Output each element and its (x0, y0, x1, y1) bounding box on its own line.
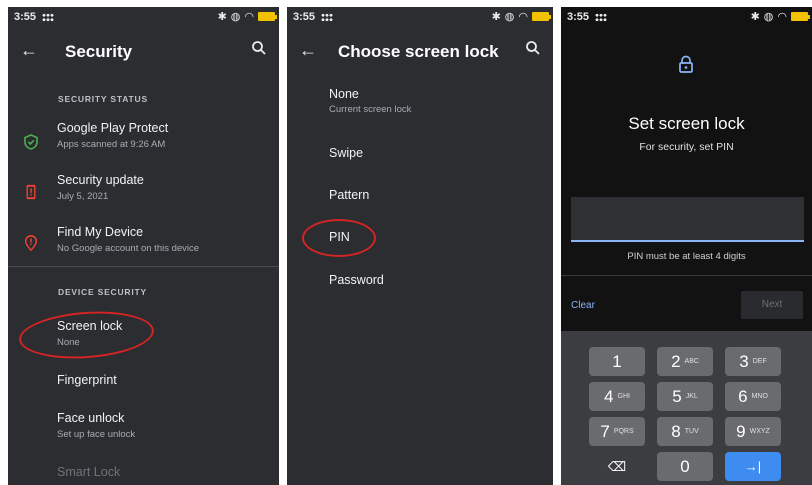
notification-grid-icon (321, 13, 333, 22)
enter-key[interactable]: →| (725, 452, 781, 481)
status-time: 3:55 (14, 11, 37, 23)
security-settings-screen: 3:55 ✱ ◍ ◠ ← Security SECURITY STATUS Go… (8, 7, 279, 485)
page-subtitle: For security, set PIN (639, 141, 734, 153)
option-subtitle: Current screen lock (329, 104, 412, 115)
key-number: 4 (604, 386, 614, 406)
item-subtitle: Apps scanned at 9:26 AM (57, 139, 166, 150)
choose-screen-lock-screen: 3:55 ✱ ◍ ◠ ← Choose screen lock None Cur… (287, 7, 553, 485)
item-subtitle: Set up face unlock (57, 429, 136, 440)
next-button[interactable]: Next (741, 291, 803, 319)
bluetooth-icon: ✱ (217, 11, 227, 23)
clear-button[interactable]: Clear (571, 300, 595, 311)
page-title: Set screen lock (628, 114, 745, 133)
key-1[interactable]: 1 (589, 347, 645, 376)
phone-alert-icon (26, 184, 36, 200)
arrow-left-icon[interactable]: ← (20, 40, 38, 61)
item-subtitle: No Google account on this device (57, 243, 200, 254)
key-letters: WXYZ (749, 428, 770, 435)
page-title: Choose screen lock (338, 42, 499, 61)
numeric-keypad: 1 2 ABC 3 DEF 4 GHI 5 JKL 6 MNO 7 PQRS 8 (561, 331, 812, 485)
app-bar: ← Security (8, 31, 279, 75)
lock-icon (679, 55, 693, 73)
key-8[interactable]: 8 TUV (657, 417, 713, 446)
page-title: Security (65, 42, 133, 61)
tab-arrow-icon: →| (744, 459, 762, 474)
key-number: 7 (600, 421, 610, 441)
key-7[interactable]: 7 PQRS (589, 417, 645, 446)
item-title: Google Play Protect (57, 121, 169, 135)
key-number: 5 (672, 386, 682, 406)
battery-icon (258, 12, 277, 21)
backspace-icon: ⌫ (607, 458, 627, 474)
item-subtitle: July 5, 2021 (57, 191, 109, 202)
option-title: Password (329, 273, 384, 287)
status-icons: ✱ ◍ ◠ (217, 10, 277, 23)
status-icons: ✱ ◍ ◠ (750, 10, 810, 23)
item-title: Find My Device (57, 225, 144, 239)
key-number: 2 (671, 351, 681, 371)
bluetooth-icon: ✱ (750, 11, 760, 23)
divider (561, 275, 812, 276)
item-title: Face unlock (57, 411, 125, 425)
option-title: None (329, 87, 359, 101)
key-letters: GHI (617, 393, 630, 400)
key-3[interactable]: 3 DEF (725, 347, 781, 376)
key-number: 8 (671, 421, 681, 441)
status-bar: 3:55 ✱ ◍ ◠ (8, 7, 279, 29)
backspace-key[interactable]: ⌫ (589, 452, 645, 481)
pin-hint: PIN must be at least 4 digits (627, 251, 746, 262)
wifi-icon: ◠ (777, 11, 787, 23)
notification-grid-icon (42, 13, 54, 22)
key-letters: ABC (684, 358, 699, 365)
key-letters: TUV (684, 428, 699, 435)
wifi-icon: ◠ (244, 11, 254, 23)
option-title: Pattern (329, 188, 370, 202)
arrow-left-icon[interactable]: ← (299, 40, 317, 61)
item-title: Fingerprint (57, 373, 117, 387)
status-bar: 3:55 ✱ ◍ ◠ (287, 7, 553, 29)
annotation-circle-pin (302, 219, 376, 257)
search-icon[interactable] (251, 40, 267, 56)
bluetooth-icon: ✱ (491, 11, 501, 23)
wifi-icon: ◠ (518, 11, 528, 23)
key-9[interactable]: 9 WXYZ (725, 417, 781, 446)
key-letters: MNO (751, 393, 768, 400)
vibrate-icon: ◍ (763, 11, 774, 23)
battery-icon (532, 12, 551, 21)
battery-icon (791, 12, 810, 21)
key-number: 9 (736, 421, 746, 441)
notification-grid-icon (595, 13, 607, 22)
shield-check-icon (24, 134, 38, 150)
status-bar: 3:55 ✱ ◍ ◠ (561, 7, 812, 29)
item-title: Smart Lock (57, 465, 121, 479)
key-2[interactable]: 2 ABC (657, 347, 713, 376)
location-alert-icon (24, 235, 38, 251)
app-bar: ← Choose screen lock (287, 31, 553, 75)
annotation-circle-screen-lock (17, 307, 156, 363)
section-label-device-security: DEVICE SECURITY (58, 287, 147, 297)
item-title: Security update (57, 173, 144, 187)
key-letters: JKL (685, 393, 698, 400)
set-pin-screen: 3:55 ✱ ◍ ◠ Set screen lock For security,… (561, 7, 812, 485)
status-icons: ✱ ◍ ◠ (491, 10, 551, 23)
section-label-security-status: SECURITY STATUS (58, 94, 148, 104)
key-number: 3 (739, 351, 749, 371)
key-6[interactable]: 6 MNO (725, 382, 781, 411)
divider (8, 266, 279, 267)
status-time: 3:55 (293, 11, 316, 23)
status-time: 3:55 (567, 11, 590, 23)
vibrate-icon: ◍ (504, 11, 515, 23)
key-0[interactable]: 0 (657, 452, 713, 481)
vibrate-icon: ◍ (230, 11, 241, 23)
search-icon[interactable] (525, 40, 541, 56)
key-letters: PQRS (613, 428, 634, 435)
key-4[interactable]: 4 GHI (589, 382, 645, 411)
key-letters: DEF (752, 358, 767, 365)
key-5[interactable]: 5 JKL (657, 382, 713, 411)
key-number: 1 (612, 351, 622, 371)
pin-input[interactable] (571, 197, 804, 242)
key-number: 6 (738, 386, 748, 406)
option-title: Swipe (329, 146, 364, 160)
key-number: 0 (680, 456, 690, 476)
